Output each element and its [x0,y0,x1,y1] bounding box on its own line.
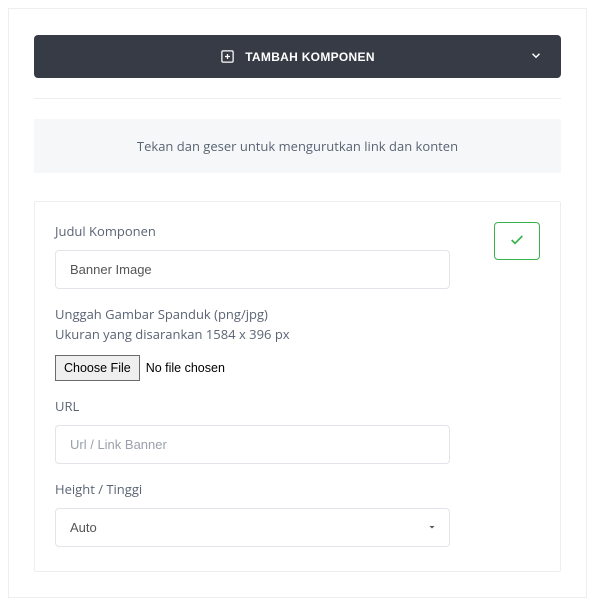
check-icon [509,232,525,251]
settings-panel: TAMBAH KOMPONEN Tekan dan geser untuk me… [8,8,587,598]
height-select[interactable]: Auto [55,508,450,547]
sort-hint-box: Tekan dan geser untuk mengurutkan link d… [34,119,561,173]
plus-square-icon [220,49,235,64]
title-input[interactable] [55,250,450,289]
url-label: URL [55,397,540,415]
upload-label: Unggah Gambar Spanduk (png/jpg) [55,305,540,323]
height-label: Height / Tinggi [55,480,540,498]
file-status-text: No file chosen [146,361,225,375]
chevron-down-icon [529,48,543,65]
title-label: Judul Komponen [55,222,494,240]
upload-hint: Ukuran yang disarankan 1584 x 396 px [55,325,540,343]
choose-file-button[interactable]: Choose File [55,355,140,381]
add-component-label: TAMBAH KOMPONEN [245,50,375,64]
confirm-button[interactable] [494,222,540,260]
divider [34,98,561,99]
sort-hint-text: Tekan dan geser untuk mengurutkan link d… [137,137,458,155]
url-input[interactable] [55,425,450,464]
component-card: Judul Komponen Unggah Gambar Spanduk (pn… [34,201,561,572]
add-component-button[interactable]: TAMBAH KOMPONEN [34,35,561,78]
